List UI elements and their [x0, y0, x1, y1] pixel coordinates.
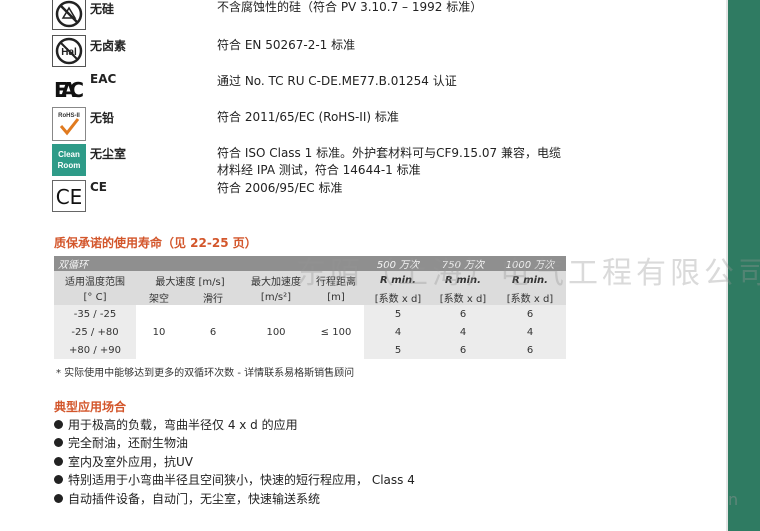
rohs-icon: RoHS-II — [52, 107, 86, 141]
application-text: 自动插件设备，自动门，无尘室，快速输送系统 — [68, 491, 321, 506]
application-text: 特别适用于小弯曲半径且空间狭小，快速的短行程应用， Class 4 — [68, 473, 415, 488]
ce-icon: CE — [52, 180, 86, 212]
application-text: 用于极高的负载，弯曲半径仅 4 x d 的应用 — [68, 417, 298, 432]
property-desc-lead: 符合 2011/65/EC (RoHS-II) 标准 — [217, 110, 399, 124]
cell-rmin: 6 — [432, 305, 494, 323]
header-unsupported: 架空 — [136, 289, 182, 305]
watermark: 东陌（上海）电气工程有限公司 — [296, 256, 760, 291]
cell-unsupported: 10 — [136, 305, 182, 359]
property-name-halogen: 无卤素 — [90, 39, 127, 53]
svg-text:Hal: Hal — [61, 47, 77, 58]
cell-rmin: 4 — [364, 323, 432, 341]
property-desc-cleanroom: 符合 ISO Class 1 标准。外护套材料可与CF9.15.07 兼容，电缆 — [217, 146, 561, 160]
bullet-dot — [54, 456, 63, 466]
svg-text:EAC: EAC — [54, 78, 84, 102]
property-name-lead: 无铅 — [90, 111, 115, 125]
cell-rmin: 5 — [364, 341, 432, 359]
cell-rmin: 5 — [364, 305, 432, 323]
service-life-title: 质保承诺的使用寿命（见 22-25 页） — [54, 236, 257, 250]
property-desc-halogen: 符合 EN 50267-2-1 标准 — [217, 38, 356, 52]
property-name-eac: EAC — [90, 72, 117, 86]
property-desc-cleanroom-line2: 材料经 IPA 测试，符合 14644-1 标准 — [217, 163, 421, 177]
application-text: 室内及室外应用，抗UV — [68, 454, 193, 469]
list-item: 室内及室外应用，抗UV — [54, 452, 415, 471]
header-max-speed: 最大速度 [m/s] — [136, 271, 244, 289]
cell-travel: ≤ 100 — [308, 305, 364, 359]
list-item: 完全耐油，还耐生物油 — [54, 434, 415, 453]
property-name-cleanroom: 无尘室 — [90, 147, 127, 161]
bullet-dot — [54, 475, 63, 485]
cell-accel: 100 — [244, 305, 308, 359]
property-desc-eac: 通过 No. TC RU C-DE.ME77.B.01254 认证 — [217, 74, 457, 88]
list-item: 用于极高的负载，弯曲半径仅 4 x d 的应用 — [54, 415, 415, 434]
cell-rmin: 6 — [432, 341, 494, 359]
property-desc-ce: 符合 2006/95/EC 标准 — [217, 181, 343, 195]
cell-gliding: 6 — [182, 305, 244, 359]
watermark-tail: n — [728, 490, 739, 509]
property-desc-silicone: 不含腐蚀性的硅（符合 PV 3.10.7 – 1992 标准） — [217, 0, 483, 14]
clean-room-icon: Clean Room — [52, 144, 86, 176]
list-item: 自动插件设备，自动门，无尘室，快速输送系统 — [54, 489, 415, 508]
svg-text:RoHS-II: RoHS-II — [58, 113, 80, 119]
svg-text:Room: Room — [58, 161, 81, 170]
row-temp: -35 / -25 — [54, 305, 136, 323]
applications-title: 典型应用场合 — [54, 400, 127, 414]
property-name-silicone: 无硅 — [90, 2, 115, 16]
row-temp: +80 / +90 — [54, 341, 136, 359]
bullet-dot — [54, 438, 63, 448]
cell-rmin: 4 — [494, 323, 566, 341]
footnote: * 实际使用中能够达到更多的双循环次数 - 详情联系易格斯销售顾问 — [56, 368, 355, 379]
bullet-dot — [54, 419, 63, 429]
svg-text:CE: CE — [56, 185, 83, 209]
list-item: 特别适用于小弯曲半径且空间狭小，快速的短行程应用， Class 4 — [54, 471, 415, 490]
table-row: -35 / -25 10 6 100 ≤ 100 5 6 6 — [54, 305, 566, 359]
svg-text:Clean: Clean — [58, 150, 80, 159]
halogen-free-icon: Hal — [52, 35, 86, 67]
bullet-dot — [54, 493, 63, 503]
cell-rmin: 6 — [494, 305, 566, 323]
application-text: 完全耐油，还耐生物油 — [68, 436, 189, 451]
row-temp: -25 / +80 — [54, 323, 136, 341]
header-temp-unit: [° C] — [54, 289, 136, 305]
eac-icon: EAC — [52, 70, 86, 104]
applications-list: 用于极高的负载，弯曲半径仅 4 x d 的应用 完全耐油，还耐生物油 室内及室外… — [54, 415, 415, 508]
header-gliding: 滑行 — [182, 289, 244, 305]
cell-rmin: 4 — [432, 323, 494, 341]
property-name-ce: CE — [90, 180, 108, 194]
no-silicone-icon — [52, 0, 86, 30]
cell-rmin: 6 — [494, 341, 566, 359]
header-temp: 适用温度范围 — [54, 271, 136, 289]
